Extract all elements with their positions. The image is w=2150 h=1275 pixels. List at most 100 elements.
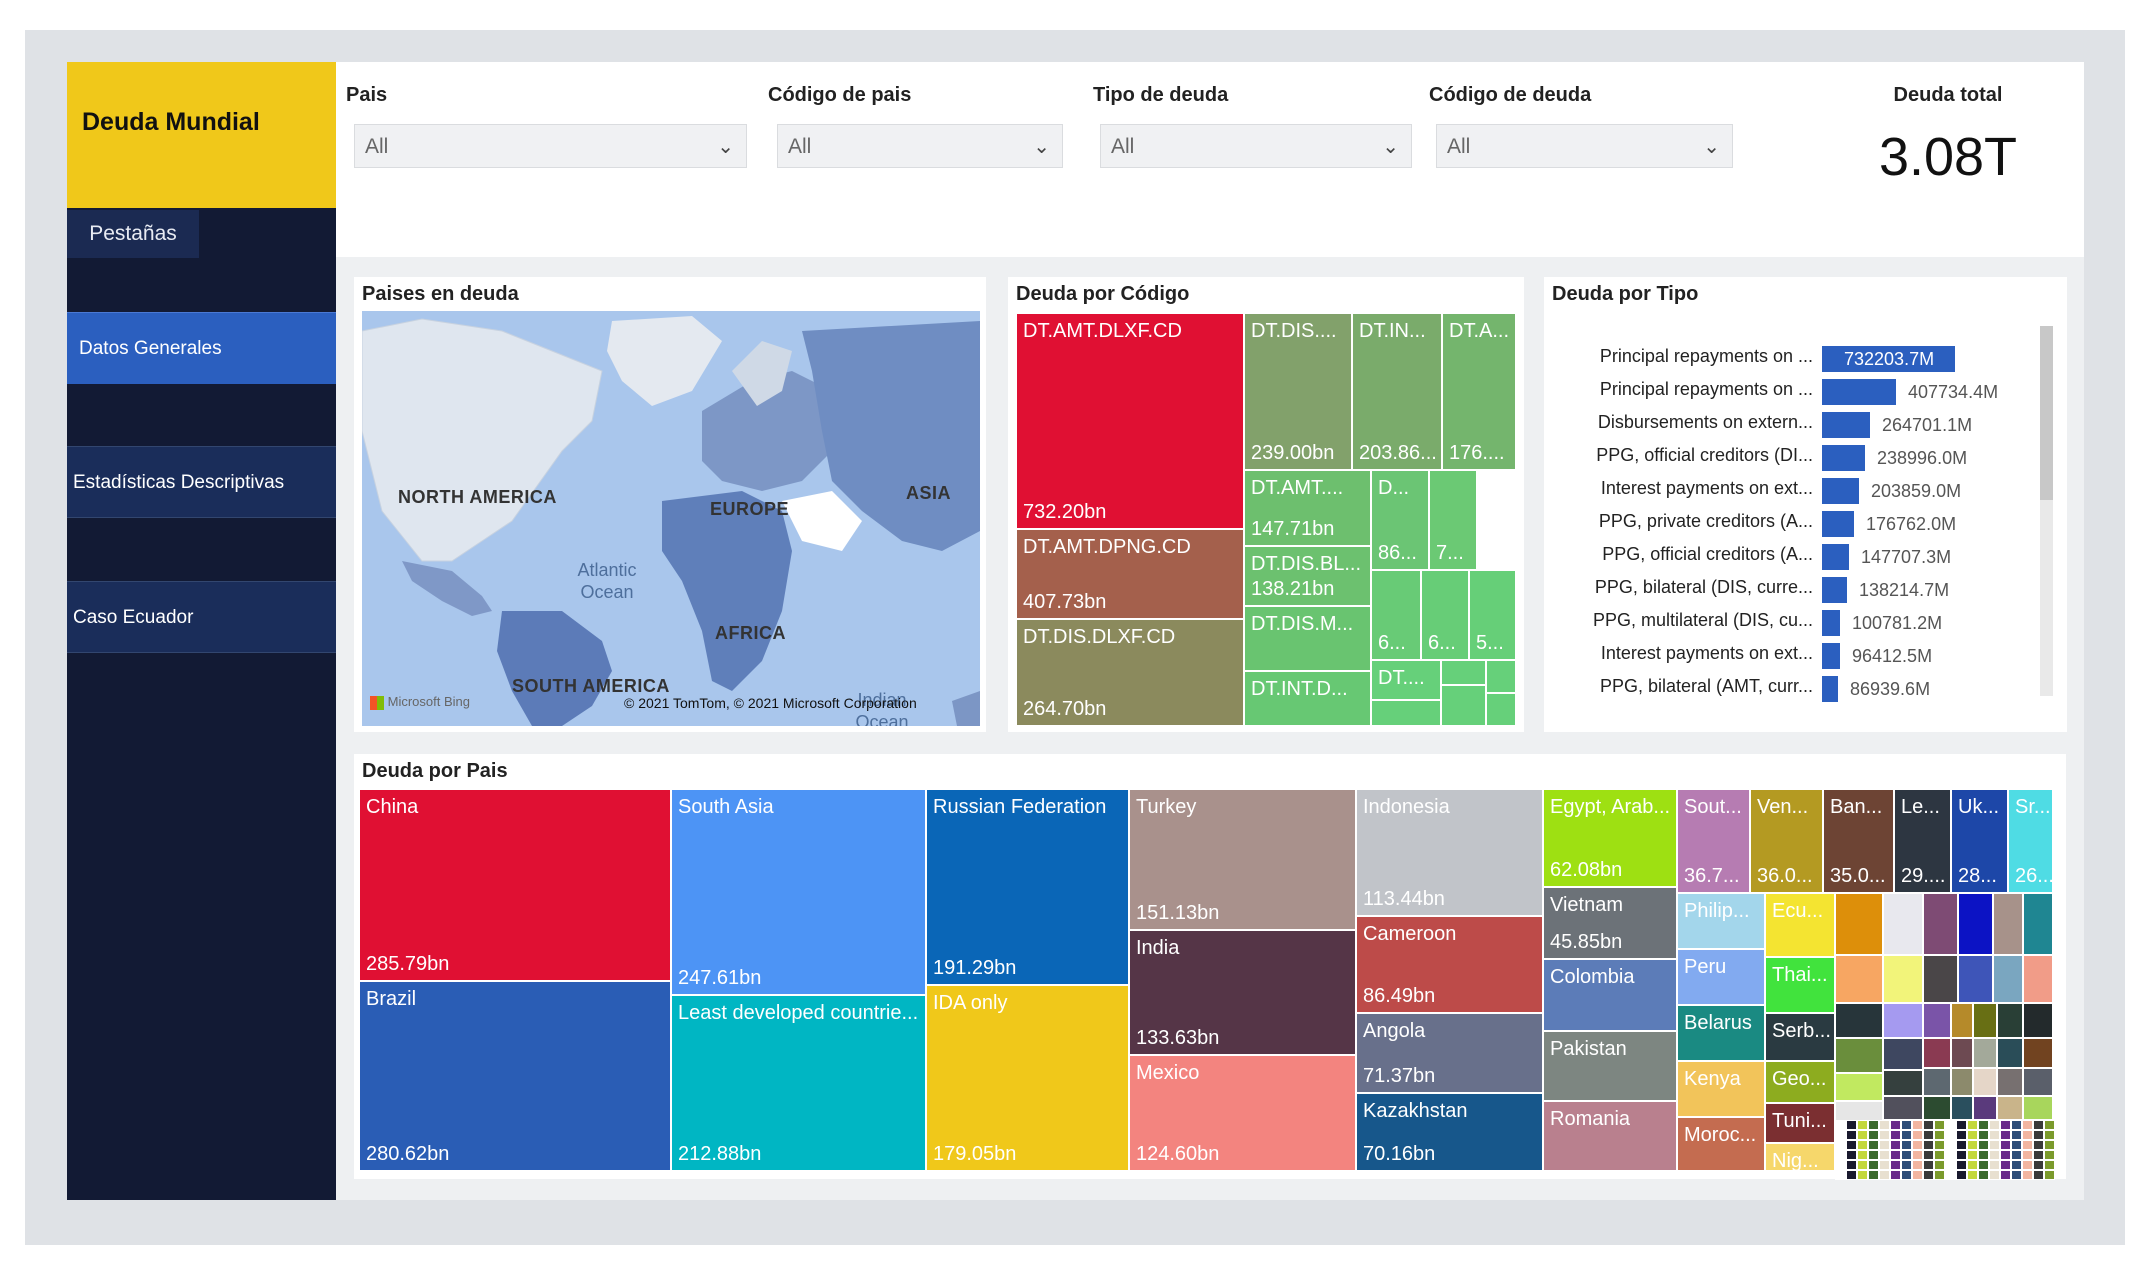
- pais-tiny-cell[interactable]: [1901, 1120, 1912, 1130]
- pais-tiny-cell[interactable]: [1912, 1170, 1923, 1180]
- bar[interactable]: [1822, 544, 1849, 570]
- pais-small-cell[interactable]: [1973, 1038, 1997, 1068]
- codigo-cell[interactable]: 6...: [1421, 570, 1469, 660]
- pais-tiny-cell[interactable]: [1901, 1160, 1912, 1170]
- pais-cell[interactable]: Tuni...: [1765, 1103, 1835, 1143]
- pais-cell[interactable]: Ban... 35.0...: [1823, 789, 1894, 893]
- pais-tiny-cell[interactable]: [1846, 1140, 1857, 1150]
- pais-tiny-cell[interactable]: [2033, 1150, 2044, 1160]
- pais-tiny-cell[interactable]: [1846, 1170, 1857, 1180]
- pais-tiny-cell[interactable]: [2000, 1130, 2011, 1140]
- pais-tiny-cell[interactable]: [1923, 1170, 1934, 1180]
- pais-small-cell[interactable]: [2023, 893, 2053, 955]
- pais-small-cell[interactable]: [2023, 1003, 2053, 1038]
- pais-tiny-cell[interactable]: [2011, 1130, 2022, 1140]
- pais-tiny-cell[interactable]: [1868, 1120, 1879, 1130]
- pais-small-cell[interactable]: [1951, 1068, 1973, 1096]
- pais-small-cell[interactable]: [1883, 1070, 1923, 1096]
- pais-cell[interactable]: Mexico 124.60bn: [1129, 1055, 1356, 1171]
- codigo-small-cell[interactable]: [1371, 700, 1441, 726]
- codigo-small-cell[interactable]: [1441, 685, 1486, 726]
- pais-tiny-cell[interactable]: [1890, 1160, 1901, 1170]
- pais-tiny-cell[interactable]: [2022, 1160, 2033, 1170]
- pais-tiny-cell[interactable]: [1901, 1140, 1912, 1150]
- codigo-cell[interactable]: 6...: [1371, 570, 1421, 660]
- pais-tiny-cell[interactable]: [2044, 1150, 2055, 1160]
- pais-tiny-cell[interactable]: [2000, 1150, 2011, 1160]
- pais-tiny-cell[interactable]: [2044, 1160, 2055, 1170]
- pais-cell[interactable]: Nig...: [1765, 1143, 1835, 1171]
- pais-cell[interactable]: Kazakhstan 70.16bn: [1356, 1093, 1543, 1171]
- pais-small-cell[interactable]: [1835, 893, 1883, 955]
- pais-cell[interactable]: Romania: [1543, 1101, 1677, 1171]
- codigo-cell[interactable]: D... 86...: [1371, 470, 1429, 570]
- pais-tiny-cell[interactable]: [1890, 1150, 1901, 1160]
- pais-tiny-cell[interactable]: [2044, 1140, 2055, 1150]
- pais-dropdown[interactable]: All ⌄: [354, 124, 747, 168]
- pais-tiny-cell[interactable]: [2011, 1150, 2022, 1160]
- pais-tiny-cell[interactable]: [2022, 1120, 2033, 1130]
- pais-tiny-cell[interactable]: [1901, 1130, 1912, 1140]
- nav-caso-ecuador[interactable]: Caso Ecuador: [67, 581, 336, 653]
- nav-estadisticas-descriptivas[interactable]: Estadísticas Descriptivas: [67, 446, 336, 518]
- pais-tiny-cell[interactable]: [1912, 1120, 1923, 1130]
- pais-small-cell[interactable]: [1993, 955, 2023, 1003]
- pais-tiny-cell[interactable]: [1846, 1160, 1857, 1170]
- pais-tiny-cell[interactable]: [1934, 1120, 1945, 1130]
- codigo-cell[interactable]: DT.DIS.DLXF.CD 264.70bn: [1016, 619, 1244, 726]
- codigo-cell[interactable]: DT.AMT.DLXF.CD 732.20bn: [1016, 313, 1244, 529]
- pais-cell[interactable]: Philip...: [1677, 893, 1765, 949]
- pais-small-cell[interactable]: [1997, 1038, 2023, 1068]
- bar-row[interactable]: PPG, private creditors (A... 176762.0M: [1550, 509, 2030, 542]
- pais-tiny-cell[interactable]: [1923, 1130, 1934, 1140]
- pais-tiny-cell[interactable]: [1923, 1160, 1934, 1170]
- codigo-small-cell[interactable]: [1486, 660, 1516, 693]
- pais-tiny-cell[interactable]: [1857, 1120, 1868, 1130]
- bar[interactable]: [1822, 511, 1854, 537]
- pais-tiny-cell[interactable]: [1978, 1150, 1989, 1160]
- pais-cell[interactable]: Brazil 280.62bn: [359, 981, 671, 1171]
- pais-small-cell[interactable]: [1997, 1096, 2023, 1120]
- pais-tiny-cell[interactable]: [1967, 1160, 1978, 1170]
- pais-tiny-cell[interactable]: [1956, 1130, 1967, 1140]
- codigo-small-cell[interactable]: [1441, 660, 1486, 685]
- pais-tiny-cell[interactable]: [1857, 1130, 1868, 1140]
- pais-cell[interactable]: India 133.63bn: [1129, 930, 1356, 1055]
- pais-tiny-cell[interactable]: [2033, 1160, 2044, 1170]
- pais-small-cell[interactable]: [1951, 1038, 1973, 1068]
- pais-tiny-cell[interactable]: [1945, 1170, 1956, 1180]
- tipo-deuda-dropdown[interactable]: All ⌄: [1100, 124, 1412, 168]
- pais-small-cell[interactable]: [1973, 1096, 1997, 1120]
- pais-tiny-cell[interactable]: [1956, 1150, 1967, 1160]
- pais-tiny-cell[interactable]: [1846, 1120, 1857, 1130]
- pais-tiny-cell[interactable]: [1978, 1170, 1989, 1180]
- pais-small-cell[interactable]: [2023, 1068, 2053, 1096]
- pais-small-cell[interactable]: [1923, 893, 1958, 955]
- pais-small-cell[interactable]: [1883, 893, 1923, 955]
- pais-cell[interactable]: Vietnam 45.85bn: [1543, 887, 1677, 959]
- codigo-deuda-dropdown[interactable]: All ⌄: [1436, 124, 1733, 168]
- bar-row[interactable]: PPG, bilateral (DIS, curre... 138214.7M: [1550, 575, 2030, 608]
- pais-tiny-cell[interactable]: [1989, 1160, 2000, 1170]
- pais-tiny-cell[interactable]: [1890, 1130, 1901, 1140]
- bar[interactable]: [1822, 445, 1865, 471]
- pais-tiny-cell[interactable]: [2000, 1160, 2011, 1170]
- bar[interactable]: [1822, 643, 1840, 669]
- pais-small-cell[interactable]: [1883, 1003, 1923, 1038]
- pais-cell[interactable]: Colombia: [1543, 959, 1677, 1031]
- pais-tiny-cell[interactable]: [1835, 1130, 1846, 1140]
- pais-tiny-cell[interactable]: [1901, 1150, 1912, 1160]
- codigo-cell[interactable]: DT.A... 176....: [1442, 313, 1516, 470]
- pais-small-cell[interactable]: [2023, 1096, 2053, 1120]
- pais-small-cell[interactable]: [1973, 1068, 1997, 1096]
- pais-tiny-cell[interactable]: [1945, 1150, 1956, 1160]
- pais-tiny-cell[interactable]: [1989, 1130, 2000, 1140]
- pais-tiny-cell[interactable]: [1890, 1140, 1901, 1150]
- pais-cell[interactable]: IDA only 179.05bn: [926, 985, 1129, 1171]
- pais-tiny-cell[interactable]: [2000, 1140, 2011, 1150]
- codigo-cell[interactable]: 5...: [1469, 570, 1516, 660]
- pais-tiny-cell[interactable]: [2044, 1130, 2055, 1140]
- pais-cell[interactable]: Russian Federation 191.29bn: [926, 789, 1129, 985]
- pais-cell[interactable]: Belarus: [1677, 1005, 1765, 1061]
- pais-small-cell[interactable]: [1958, 955, 1993, 1003]
